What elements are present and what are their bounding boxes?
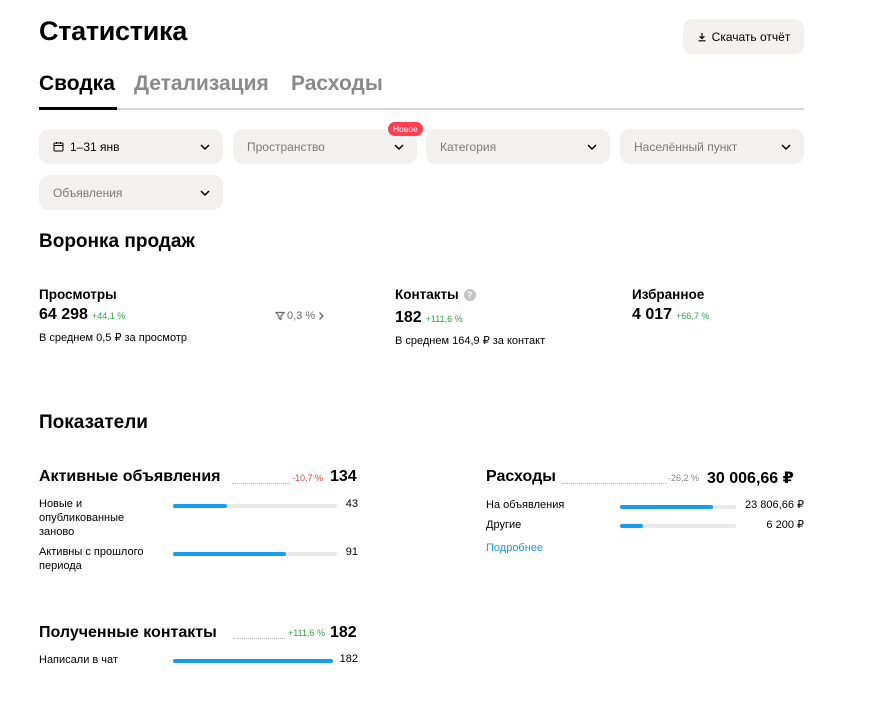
download-report-label: Скачать отчёт	[711, 29, 791, 44]
received-contacts-delta: +111,6 %	[288, 628, 325, 638]
active-ads-value: 134	[330, 468, 357, 485]
contacts-label: Контакты	[395, 287, 459, 302]
city-filter[interactable]: Населённый пункт	[620, 129, 804, 164]
ads-expenses-label: На объявления	[486, 499, 565, 511]
chevron-right-icon	[319, 312, 325, 320]
ads-expenses-bar	[620, 505, 736, 509]
previous-ads-value: 91	[345, 546, 358, 558]
ads-expenses-bar-fill	[620, 505, 713, 509]
more-details-link[interactable]: Подробнее	[486, 542, 543, 554]
favorites-label: Избранное	[632, 287, 705, 302]
contacts-note: В среднем 164,9 ₽ за контакт	[395, 335, 546, 347]
contacts-value: 182	[395, 309, 422, 326]
space-filter-label: Пространство	[247, 139, 325, 154]
previous-ads-label: Активны с прошлого периода	[39, 546, 144, 572]
dotted-leader	[233, 638, 285, 639]
chat-contacts-bar-fill	[173, 659, 333, 663]
views-note: В среднем 0,5 ₽ за просмотр	[39, 332, 188, 344]
chevron-down-icon	[200, 143, 210, 150]
views-delta: +44,1 %	[91, 311, 126, 321]
chat-contacts-value: 182	[339, 653, 358, 665]
page-title: Статистика	[39, 16, 187, 46]
new-ads-bar	[173, 504, 337, 508]
other-expenses-bar	[620, 524, 736, 528]
tab-bar: Сводка Детализация Расходы	[39, 72, 804, 110]
calendar-icon	[53, 142, 64, 152]
category-filter-label: Категория	[440, 139, 497, 154]
new-badge: Новое	[388, 122, 423, 136]
received-contacts-value: 182	[330, 624, 357, 641]
other-expenses-bar-fill	[620, 524, 644, 528]
tab-details[interactable]: Детализация	[134, 72, 269, 96]
chevron-down-icon	[587, 143, 597, 150]
favorites-delta: +66,7 %	[676, 311, 710, 321]
indicators-title: Показатели	[39, 412, 148, 433]
ads-expenses-value: 23 806,66 ₽	[745, 499, 804, 511]
download-report-button[interactable]: Скачать отчёт	[683, 19, 804, 54]
chevron-down-icon	[394, 143, 404, 150]
received-contacts-title: Полученные контакты	[39, 624, 217, 641]
funnel-icon	[275, 311, 285, 321]
funnel-title: Воронка продаж	[39, 231, 195, 252]
period-filter[interactable]: 1–31 янв	[39, 129, 223, 164]
ads-filter-label: Объявления	[53, 185, 123, 200]
new-ads-bar-fill	[173, 504, 228, 508]
new-ads-value: 43	[345, 498, 358, 510]
dotted-leader	[562, 483, 666, 484]
previous-ads-bar-fill	[173, 552, 287, 556]
tab-summary[interactable]: Сводка	[39, 72, 115, 96]
active-ads-delta: -10,7 %	[292, 473, 324, 483]
city-filter-label: Населённый пункт	[634, 139, 738, 154]
views-metric: 64 298 +44,1 %	[39, 306, 125, 324]
tab-expenses[interactable]: Расходы	[291, 72, 383, 96]
download-icon	[698, 32, 706, 41]
contacts-label-group: Контакты ?	[395, 287, 476, 302]
category-filter[interactable]: Категория	[426, 129, 610, 164]
expenses-title: Расходы	[486, 468, 556, 485]
chevron-down-icon	[781, 143, 791, 150]
other-expenses-label: Другие	[486, 519, 522, 531]
chat-contacts-bar	[173, 659, 333, 663]
contacts-delta: +111,6 %	[425, 314, 463, 324]
expenses-delta: -26,2 %	[668, 473, 700, 483]
expenses-value: 30 006,66 ₽	[707, 470, 794, 487]
chevron-down-icon	[200, 189, 210, 196]
conversion-link[interactable]: 0,3 %	[275, 310, 325, 322]
previous-ads-bar	[173, 552, 337, 556]
chat-contacts-label: Написали в чат	[39, 654, 118, 666]
new-ads-label: Новые и опубликованные заново	[39, 498, 125, 538]
ads-filter[interactable]: Объявления	[39, 175, 223, 210]
favorites-value: 4 017	[632, 306, 673, 323]
help-icon[interactable]: ?	[463, 288, 476, 301]
other-expenses-value: 6 200 ₽	[766, 519, 804, 531]
views-label: Просмотры	[39, 287, 117, 302]
views-value: 64 298	[39, 306, 88, 323]
active-tab-indicator	[39, 107, 117, 110]
favorites-metric: 4 017 +66,7 %	[632, 306, 709, 324]
contacts-metric: 182 +111,6 %	[395, 309, 463, 327]
conversion-value: 0,3 %	[287, 310, 316, 322]
active-ads-title: Активные объявления	[39, 468, 221, 485]
period-filter-value: 1–31 янв	[70, 139, 120, 154]
dotted-leader	[232, 483, 290, 484]
